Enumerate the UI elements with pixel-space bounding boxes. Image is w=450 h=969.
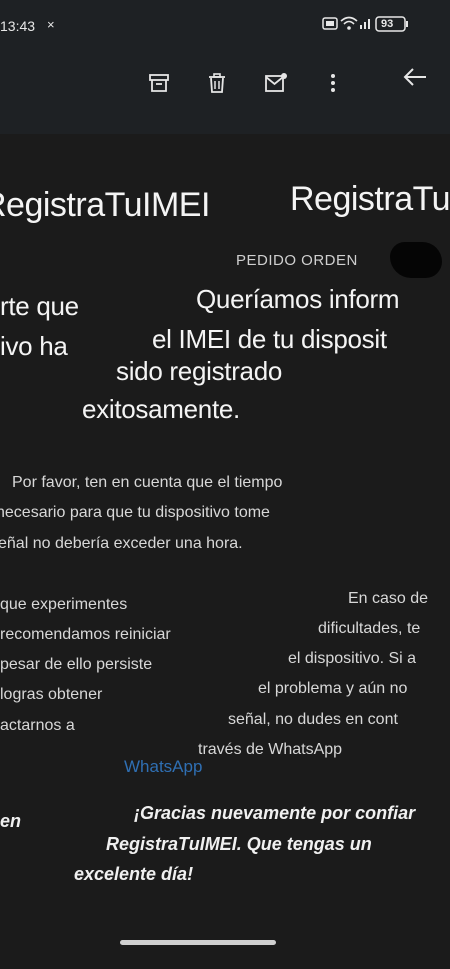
heading-center-line1: sido registrado <box>116 356 283 386</box>
closing-line1b: en <box>0 811 22 831</box>
heading-right-line1: Queríamos inform <box>196 284 400 314</box>
paragraph1-line1: Por favor, ten en cuenta que el tiempo <box>12 474 283 491</box>
status-time: 13:43 <box>0 18 36 34</box>
paragraph2-right-line2: dificultades, te <box>318 620 421 637</box>
home-indicator <box>120 940 276 945</box>
email-label: PEDIDO ORDEN <box>236 252 358 269</box>
notification-icon <box>322 17 338 31</box>
status-bar: 13:43 × 93 <box>0 0 450 44</box>
paragraph2-right-line1: En caso de <box>348 590 429 607</box>
heading-left-line2: ivo ha <box>0 331 68 361</box>
paragraph1-line3: señal no debería exceder una hora. <box>0 535 243 552</box>
paragraph2-right-line6: través de WhatsApp <box>198 741 343 758</box>
paragraph2-left-line1: que experimentes <box>0 596 128 613</box>
more-options-icon[interactable] <box>328 72 338 94</box>
heading-right-line2: el IMEI de tu disposit <box>152 324 387 354</box>
paragraph1-line2: necesario para que tu dispositivo tome <box>0 504 270 521</box>
email-title-left: RegistraTuIMEI <box>0 186 210 224</box>
email-toolbar <box>0 44 450 134</box>
close-notification-icon: × <box>47 17 55 32</box>
heading-left-line1: rte que <box>0 291 79 321</box>
paragraph2-left-line5: actarnos a <box>0 717 75 734</box>
email-body: RegistraTuIMEI RegistraTu PEDIDO ORDEN Q… <box>0 134 450 969</box>
delete-icon[interactable] <box>206 72 228 94</box>
paragraph2-right-line5: señal, no dudes en cont <box>228 711 398 728</box>
paragraph2-right-line3: el dispositivo. Si a <box>288 650 417 667</box>
mark-unread-icon[interactable] <box>264 72 288 94</box>
closing-line3: excelente día! <box>74 864 194 884</box>
closing-line1a: ¡Gracias nuevamente por confiar <box>134 803 416 823</box>
redacted-area <box>390 242 442 278</box>
wifi-icon <box>340 16 358 30</box>
heading-center-line2: exitosamente. <box>82 394 240 424</box>
closing-line2: RegistraTuIMEI. Que tengas un <box>106 834 372 854</box>
battery-level: 93 <box>381 18 394 30</box>
paragraph2-right-line4: el problema y aún no <box>258 680 408 697</box>
whatsapp-link[interactable]: WhatsApp <box>124 757 202 777</box>
paragraph2-left-line2: recomendamos reiniciar <box>0 626 171 643</box>
paragraph2-left-line3: pesar de ello persiste <box>0 656 153 673</box>
paragraph2-left-line4: logras obtener <box>0 686 103 703</box>
archive-icon[interactable] <box>148 72 170 94</box>
email-title-right: RegistraTu <box>290 180 450 218</box>
back-arrow-icon[interactable] <box>402 66 428 88</box>
signal-icon <box>359 16 373 30</box>
